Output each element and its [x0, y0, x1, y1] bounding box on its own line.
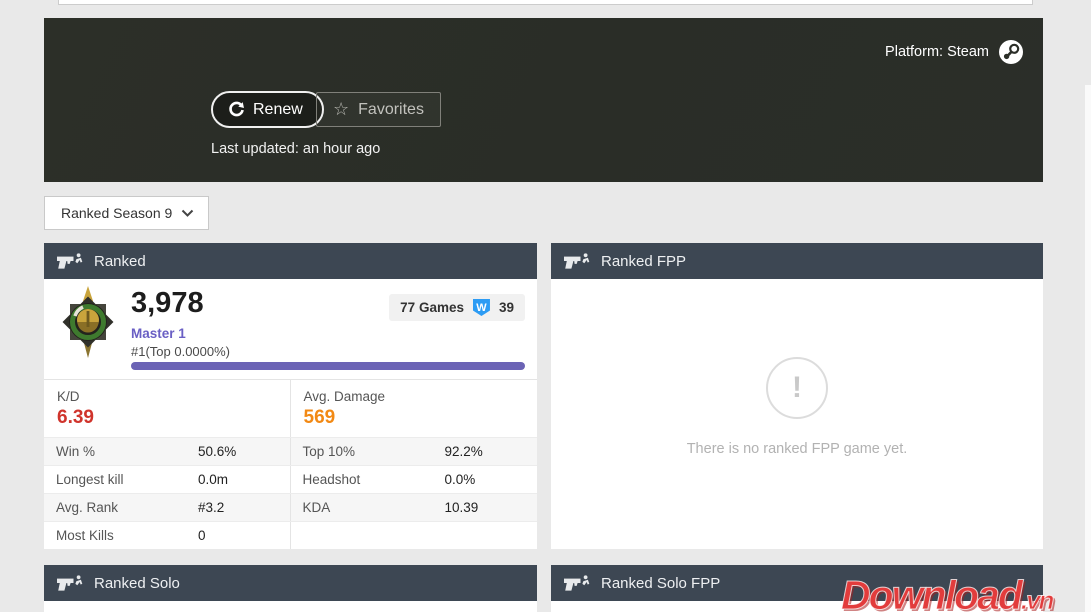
top-panel-edge	[58, 0, 1033, 5]
fpp-empty-state: ! There is no ranked FPP game yet.	[551, 279, 1043, 549]
ranked-card: Ranked 3,978 Master 1 #1(Top 0.0000%) 77…	[44, 243, 537, 549]
favorites-label: Favorites	[358, 100, 424, 118]
avg-damage-summary-cell: Avg. Damage 569	[291, 380, 538, 437]
stat-label: Most Kills	[56, 528, 114, 543]
stat-value: 0.0m	[198, 472, 229, 487]
win-badge-icon: W	[472, 299, 490, 316]
avg-damage-label: Avg. Damage	[303, 389, 386, 404]
fpp-empty-message: There is no ranked FPP game yet.	[686, 441, 908, 457]
stat-value: 0	[198, 528, 206, 543]
tier-medal-icon	[56, 285, 120, 364]
stat-label: Longest kill	[56, 472, 124, 487]
gun-icon	[57, 253, 83, 269]
pubg-stats-page: Platform: Steam Renew ☆ Favorites Last u…	[0, 0, 1091, 612]
watermark-text: Download	[841, 572, 1024, 612]
stat-value: 0.0%	[444, 472, 476, 487]
stat-cell: Most Kills 0	[44, 522, 291, 549]
stat-cell: Avg. Rank #3.2	[44, 494, 291, 521]
scrollbar[interactable]	[1085, 85, 1091, 612]
stat-value: 92.2%	[444, 444, 483, 459]
stat-value: 50.6%	[198, 444, 237, 459]
ranked-card-title: Ranked	[94, 252, 146, 270]
exclamation-icon: !	[766, 357, 828, 419]
refresh-icon	[228, 101, 245, 118]
ranked-fpp-card-header: Ranked FPP	[551, 243, 1043, 279]
star-icon: ☆	[333, 98, 350, 120]
watermark-suffix: .vn	[1020, 585, 1055, 612]
summary-row: K/D 6.39 Avg. Damage 569	[44, 379, 537, 437]
stat-row: Longest kill 0.0m Headshot 0.0%	[44, 465, 537, 493]
last-updated-text: Last updated: an hour ago	[211, 141, 381, 157]
ranked-fpp-card: Ranked FPP ! There is no ranked FPP game…	[551, 243, 1043, 549]
stat-row: Win % 50.6% Top 10% 92.2%	[44, 437, 537, 465]
tier-name: Master 1	[131, 326, 186, 341]
ranked-solo-card: Ranked Solo	[44, 565, 537, 612]
gun-icon	[564, 575, 590, 591]
stat-cell	[291, 522, 538, 549]
avg-damage-value: 569	[303, 407, 336, 428]
kd-value: 6.39	[57, 407, 94, 428]
platform-label: Platform: Steam	[885, 44, 989, 60]
ranked-solo-card-header: Ranked Solo	[44, 565, 537, 601]
games-count: 77 Games	[400, 300, 464, 315]
profile-banner: Platform: Steam Renew ☆ Favorites Last u…	[44, 18, 1043, 182]
season-selector[interactable]: Ranked Season 9	[44, 196, 209, 230]
stat-row: Most Kills 0	[44, 521, 537, 549]
stat-cell: Headshot 0.0%	[291, 466, 538, 493]
favorites-button[interactable]: ☆ Favorites	[316, 92, 441, 127]
renew-button[interactable]: Renew	[211, 91, 324, 128]
download-vn-watermark: Download.vn	[841, 572, 1055, 612]
tier-progress-bar	[131, 362, 525, 370]
renew-label: Renew	[253, 100, 303, 118]
gun-icon	[564, 253, 590, 269]
steam-icon	[999, 40, 1023, 64]
stat-label: KDA	[302, 500, 331, 515]
stat-value: #3.2	[198, 500, 225, 515]
stat-label: Avg. Rank	[56, 500, 119, 515]
stat-cell: Win % 50.6%	[44, 438, 291, 465]
rating-points: 3,978	[131, 287, 204, 319]
stat-cell: Longest kill 0.0m	[44, 466, 291, 493]
ranked-solo-fpp-card-title: Ranked Solo FPP	[601, 574, 721, 592]
chevron-down-icon	[181, 209, 194, 217]
ranked-fpp-card-title: Ranked FPP	[601, 252, 687, 270]
win-count: 39	[498, 300, 514, 315]
stat-label: Headshot	[302, 472, 361, 487]
games-summary-badge: 77 Games W 39	[389, 294, 525, 321]
top-rank-text: #1(Top 0.0000%)	[131, 344, 231, 359]
stat-row: Avg. Rank #3.2 KDA 10.39	[44, 493, 537, 521]
kd-label: K/D	[57, 389, 80, 404]
stat-cell: KDA 10.39	[291, 494, 538, 521]
kd-summary-cell: K/D 6.39	[44, 380, 291, 437]
ranked-card-header: Ranked	[44, 243, 537, 279]
rating-section: 3,978 Master 1 #1(Top 0.0000%) 77 Games …	[44, 279, 537, 379]
season-selected-value: Ranked Season 9	[61, 205, 173, 221]
stat-label: Win %	[56, 444, 96, 459]
stat-cell: Top 10% 92.2%	[291, 438, 538, 465]
ranked-solo-card-title: Ranked Solo	[94, 574, 180, 592]
gun-icon	[57, 575, 83, 591]
stat-value: 10.39	[444, 500, 479, 515]
stat-label: Top 10%	[302, 444, 356, 459]
platform-indicator: Platform: Steam	[885, 40, 1023, 64]
